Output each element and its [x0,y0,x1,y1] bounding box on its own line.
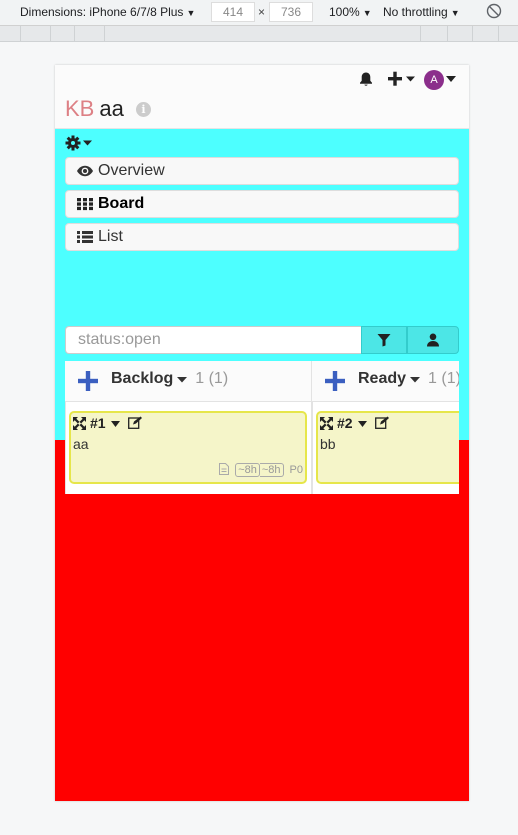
column-body-ready: #2 bb [312,402,459,494]
throttling-select[interactable]: No throttling ▼ [383,5,460,19]
expand-icon[interactable] [320,417,333,430]
column-count: 1 (1) [195,370,229,387]
task-time-spent: ~8h [259,463,284,477]
user-icon [427,333,439,347]
device-select[interactable]: Dimensions: iPhone 6/7/8 Plus ▼ [20,5,195,19]
chevron-down-icon [177,377,188,383]
gear-icon[interactable] [65,135,95,151]
chevron-down-icon: ▼ [186,8,196,18]
eye-icon [77,165,93,177]
tab-overview-label: Overview [98,162,165,179]
filter-button[interactable] [361,326,407,354]
edit-icon[interactable] [128,416,142,429]
chevron-down-icon [410,377,421,383]
task-id[interactable]: #2 [337,415,353,431]
task-card[interactable]: #1 aa ~8h ~8h P0 [69,411,307,484]
column-title[interactable]: Backlog 1 (1) [111,370,228,388]
column-count: 1 (1) [428,370,459,387]
column-name: Ready [358,370,407,387]
bell-icon[interactable] [358,71,374,87]
media-query-ruler [0,26,518,42]
page-title: KB aa [65,95,124,123]
column-name: Backlog [111,370,174,387]
task-priority: P0 [289,464,303,476]
dimension-separator: × [258,5,266,19]
tab-list[interactable]: List [65,223,459,251]
chevron-down-icon[interactable] [111,421,120,427]
app-header: A KB aa i [55,65,469,129]
viewport-width-input[interactable]: 414 [211,2,255,22]
device-viewport: A KB aa i Overview Board List status:ope… [55,65,469,801]
board: Backlog 1 (1) #1 aa ~8h ~8h P0 Ready 1 (… [65,361,459,494]
task-card[interactable]: #2 bb [316,411,459,484]
task-estimate: ~8h [235,463,260,477]
avatar[interactable]: A [424,70,444,90]
chevron-down-icon: ▼ [450,8,460,18]
project-area: Overview Board List status:open Backlog … [55,129,469,494]
document-icon [219,463,230,475]
column-body-backlog: #1 aa ~8h ~8h P0 [65,402,312,494]
list-icon [77,231,93,243]
expand-icon[interactable] [73,417,86,430]
project-name: aa [99,96,124,121]
edit-icon[interactable] [375,416,389,429]
plus-icon[interactable] [325,371,345,391]
device-dimensions-label: Dimensions: iPhone 6/7/8 Plus [20,5,184,19]
user-filter-button[interactable] [407,326,459,354]
plus-icon[interactable] [388,70,418,88]
zoom-label: 100% [329,5,360,19]
plus-icon[interactable] [78,371,98,391]
chevron-down-icon: ▼ [362,8,372,18]
chevron-down-icon[interactable] [358,421,367,427]
tab-list-label: List [98,228,123,245]
column-header-backlog: Backlog 1 (1) [65,361,312,402]
task-id[interactable]: #1 [90,415,106,431]
column-header-ready: Ready 1 (1) [312,361,459,402]
task-title[interactable]: bb [320,436,336,452]
devtools-device-toolbar: Dimensions: iPhone 6/7/8 Plus ▼ 414 × 736… [0,0,518,26]
zoom-select[interactable]: 100% ▼ [329,5,372,19]
rotate-icon[interactable] [486,3,502,19]
column-title[interactable]: Ready 1 (1) [358,370,459,388]
search-input[interactable]: status:open [65,326,361,354]
throttling-label: No throttling [383,5,448,19]
task-title[interactable]: aa [73,436,89,452]
tab-board-label: Board [98,195,145,212]
info-icon[interactable]: i [136,102,151,117]
tab-overview[interactable]: Overview [65,157,459,185]
logo[interactable]: KB [65,96,94,121]
viewport-height-input[interactable]: 736 [269,2,313,22]
filter-icon [377,334,391,347]
grid-icon [77,198,93,211]
task-meta: ~8h ~8h P0 [219,463,303,477]
tab-board[interactable]: Board [65,190,459,218]
chevron-down-icon[interactable] [446,75,456,83]
